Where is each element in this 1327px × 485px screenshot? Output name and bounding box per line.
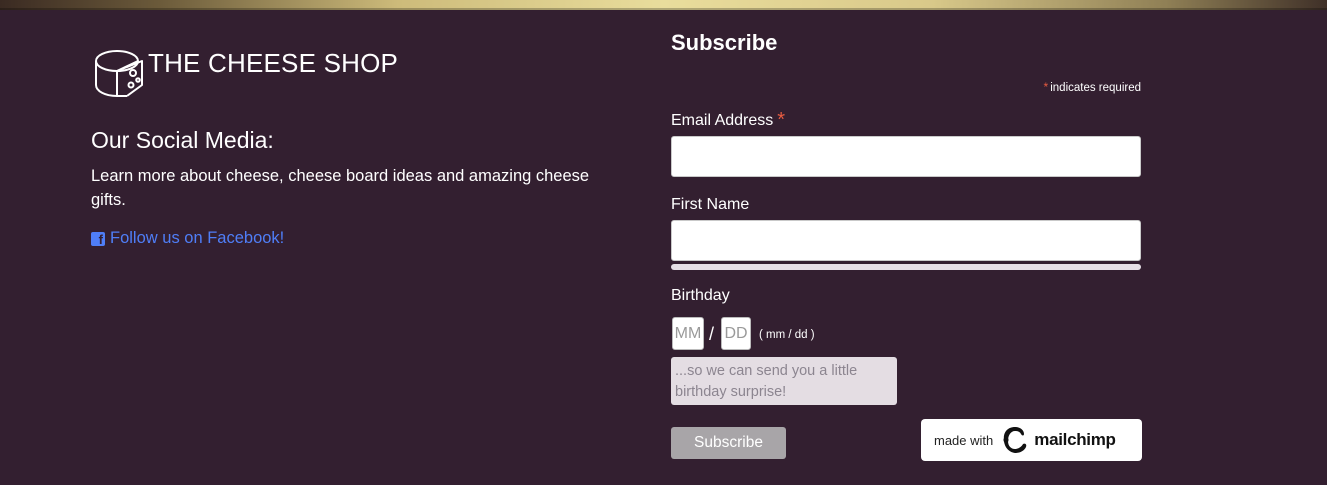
email-field[interactable]	[671, 136, 1141, 177]
brand-logo[interactable]: THE CHEESE SHOP	[93, 47, 398, 101]
birthday-label: Birthday	[671, 287, 730, 304]
date-separator: /	[709, 324, 715, 344]
required-asterisk: *	[1043, 80, 1049, 94]
subscribe-heading: Subscribe	[671, 30, 778, 55]
facebook-link-text: Follow us on Facebook!	[110, 229, 285, 247]
facebook-square-icon: f	[91, 231, 105, 246]
required-note: * indicates required	[960, 80, 1141, 94]
mailchimp-wordmark: mailchimp	[1034, 430, 1116, 449]
required-note-text: indicates required	[1050, 82, 1141, 94]
facebook-link[interactable]: f Follow us on Facebook!	[91, 229, 284, 248]
email-required-asterisk: *	[777, 109, 786, 131]
mailchimp-badge[interactable]: made with mailchimp	[921, 419, 1142, 461]
email-label-text: Email Address	[671, 112, 774, 129]
subscribe-button[interactable]: Subscribe	[671, 427, 786, 459]
cheese-wheel-icon	[95, 50, 143, 97]
birthday-month-input[interactable]	[672, 317, 704, 350]
first-name-field[interactable]	[671, 220, 1141, 261]
mailchimp-freddie-icon	[1003, 427, 1027, 453]
date-format-hint: ( mm / dd )	[759, 329, 815, 341]
field-divider	[671, 264, 1141, 270]
birthday-helper-text: ...so we can send you a little birthday …	[671, 357, 897, 405]
email-label: Email Address *	[671, 108, 785, 131]
first-name-label: First Name	[671, 196, 750, 213]
mailchimp-made-with: made with	[934, 432, 994, 448]
birthday-day-input[interactable]	[721, 317, 751, 350]
social-media-description: Learn more about cheese, cheese board id…	[91, 167, 590, 209]
social-media-heading: Our Social Media:	[91, 127, 274, 153]
brand-name: THE CHEESE SHOP	[148, 48, 399, 78]
hero-image-strip	[0, 0, 1327, 10]
